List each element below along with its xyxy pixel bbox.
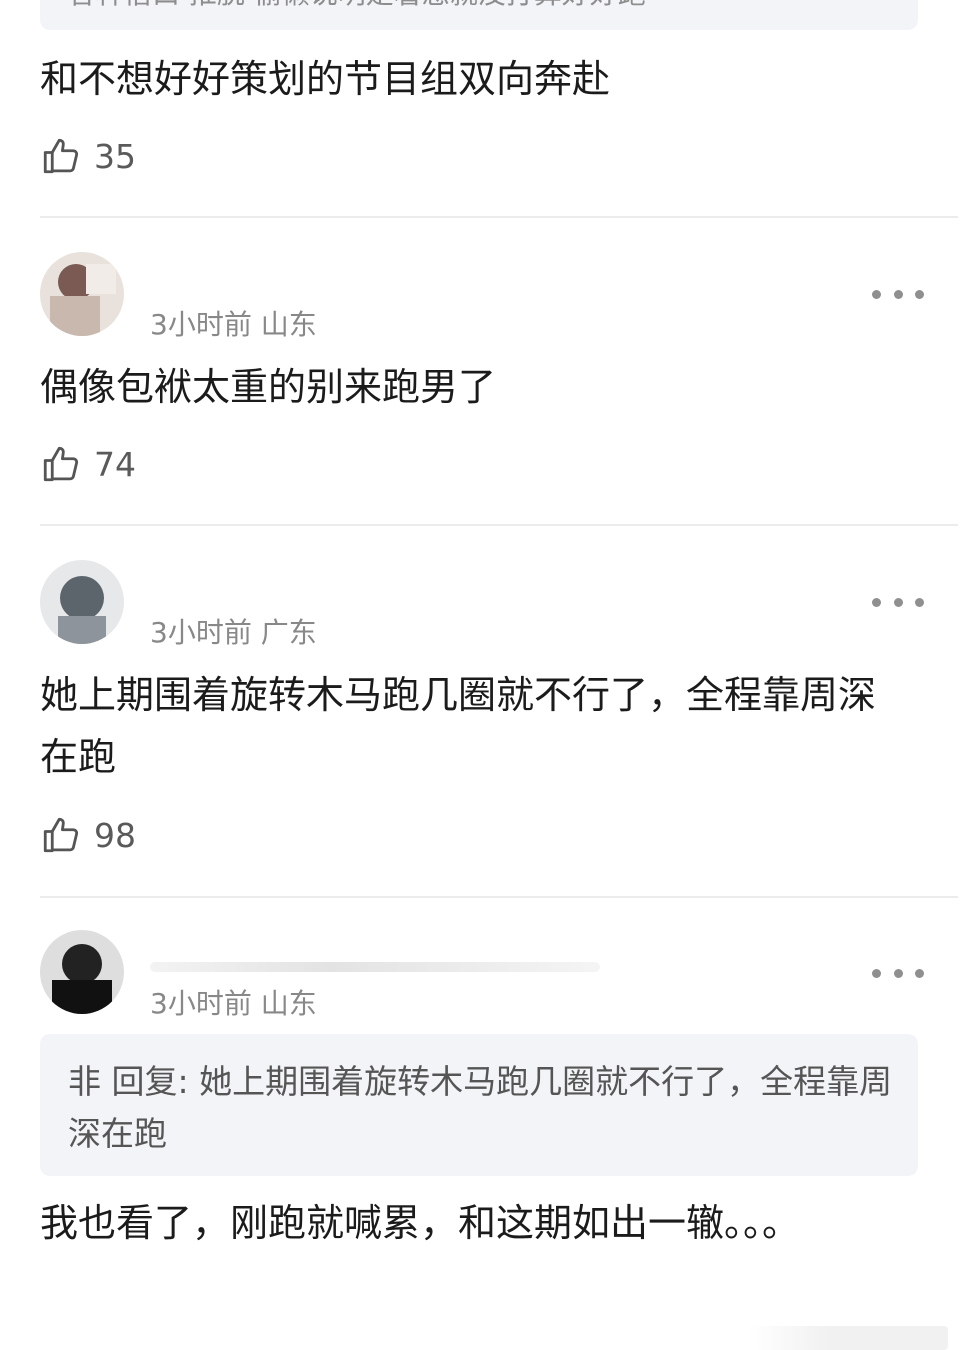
thumbs-up-icon (43, 446, 79, 482)
comment-text-1: 和不想好好策划的节目组双向奔赴 (40, 57, 611, 101)
like-button-2[interactable]: 74 (40, 442, 136, 486)
more-options-icon[interactable] (872, 282, 924, 306)
like-button-3[interactable]: 98 (40, 813, 136, 857)
like-button-1[interactable]: 35 (40, 134, 136, 178)
comment-text-3: 她上期围着旋转木马跑几圈就不行了，全程靠周深在跑 (40, 673, 877, 779)
divider (40, 896, 958, 898)
divider (40, 524, 958, 526)
thumbs-up-icon (43, 138, 79, 174)
thumbs-up-icon (43, 817, 79, 853)
avatar[interactable] (40, 560, 124, 644)
comment-meta: 3小时前 山东 (150, 308, 317, 341)
more-options-icon[interactable] (872, 590, 924, 614)
avatar[interactable] (40, 930, 124, 1014)
like-count-3: 98 (94, 815, 136, 855)
quoted-comment[interactable]: 非 回复: 她上期围着旋转木马跑几圈就不行了，全程靠周深在跑 (40, 1034, 918, 1176)
bottom-overlay (748, 1326, 948, 1350)
like-count-1: 35 (94, 136, 136, 176)
username-placeholder (150, 962, 600, 972)
divider (40, 216, 958, 218)
quoted-comment-text: 非 回复: 她上期围着旋转木马跑几圈就不行了，全程靠周深在跑 (68, 1062, 893, 1153)
avatar[interactable] (40, 252, 124, 336)
comment-text-2: 偶像包袱太重的别来跑男了 (40, 365, 497, 409)
more-options-icon[interactable] (872, 961, 924, 985)
comment-meta: 3小时前 广东 (150, 616, 317, 649)
comment-meta: 3小时前 山东 (150, 987, 317, 1020)
quoted-comment-top[interactable]: 各种借口 推脱 偷懒说明是着急就没打算好好跑 (40, 0, 918, 30)
quoted-comment-top-text: 各种借口 推脱 偷懒说明是着急就没打算好好跑 (68, 0, 646, 12)
comment-text-4: 我也看了，刚跑就喊累，和这期如出一辙。。。 (40, 1201, 801, 1245)
like-count-2: 74 (94, 444, 136, 484)
